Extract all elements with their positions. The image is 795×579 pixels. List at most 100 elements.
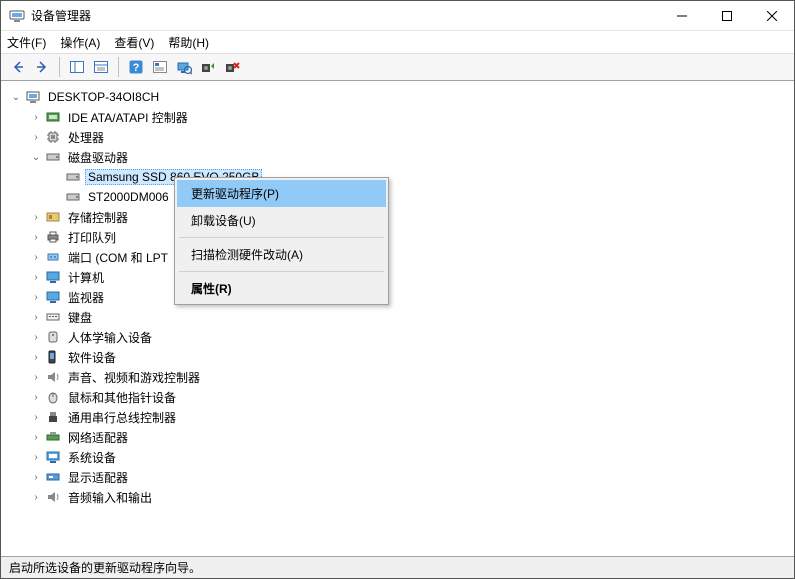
menu-properties[interactable]: 属性(R) (177, 275, 386, 302)
tree-node-mouse[interactable]: › 鼠标和其他指针设备 (5, 387, 790, 407)
chevron-right-icon[interactable]: › (29, 290, 43, 304)
storage-controller-icon (45, 209, 61, 225)
chevron-right-icon[interactable]: › (29, 210, 43, 224)
action-button[interactable] (149, 56, 171, 78)
chevron-right-icon[interactable]: › (29, 430, 43, 444)
menu-help[interactable]: 帮助(H) (168, 34, 209, 51)
menu-file[interactable]: 文件(F) (7, 34, 46, 51)
software-icon (45, 349, 61, 365)
window-controls (659, 1, 794, 30)
tree-node-sound[interactable]: › 声音、视频和游戏控制器 (5, 367, 790, 387)
chevron-down-icon[interactable]: ⌄ (29, 150, 43, 164)
monitor-icon (45, 289, 61, 305)
tree-root[interactable]: ⌄ DESKTOP-34OI8CH (5, 87, 790, 107)
chevron-right-icon[interactable]: › (29, 490, 43, 504)
tree-label: 音频输入和输出 (65, 488, 155, 507)
back-button[interactable] (7, 56, 29, 78)
chevron-right-icon[interactable]: › (29, 390, 43, 404)
toolbar: ? (1, 53, 794, 81)
uninstall-button[interactable] (221, 56, 243, 78)
menu-view[interactable]: 查看(V) (114, 34, 154, 51)
menu-scan-hardware[interactable]: 扫描检测硬件改动(A) (177, 241, 386, 268)
menu-update-driver[interactable]: 更新驱动程序(P) (177, 180, 386, 207)
status-text: 启动所选设备的更新驱动程序向导。 (9, 559, 201, 576)
chevron-right-icon[interactable]: › (29, 410, 43, 424)
tree-label: 显示适配器 (65, 468, 131, 487)
device-tree[interactable]: ⌄ DESKTOP-34OI8CH › IDE ATA/ATAPI 控制器 › … (1, 81, 794, 556)
tree-label: 打印队列 (65, 228, 119, 247)
tree-node-usb[interactable]: › 通用串行总线控制器 (5, 407, 790, 427)
tree-label: 系统设备 (65, 448, 119, 467)
svg-text:?: ? (133, 62, 140, 74)
tree-node-audio[interactable]: › 音频输入和输出 (5, 487, 790, 507)
tree-node-computer[interactable]: › 计算机 (5, 267, 790, 287)
tree-node-ports[interactable]: › 端口 (COM 和 LPT (5, 247, 790, 267)
tree-label: 鼠标和其他指针设备 (65, 388, 179, 407)
window-title: 设备管理器 (31, 7, 659, 24)
help-button[interactable]: ? (125, 56, 147, 78)
menu-separator (179, 271, 384, 272)
close-button[interactable] (749, 1, 794, 30)
chevron-right-icon[interactable]: › (29, 370, 43, 384)
chevron-right-icon[interactable]: › (29, 350, 43, 364)
tree-node-software[interactable]: › 软件设备 (5, 347, 790, 367)
tree-label: 计算机 (65, 268, 107, 287)
tree-label: 键盘 (65, 308, 95, 327)
cpu-icon (45, 129, 61, 145)
tree-node-printq[interactable]: › 打印队列 (5, 227, 790, 247)
disk-icon (45, 149, 61, 165)
tree-label: 监视器 (65, 288, 107, 307)
properties-button[interactable] (90, 56, 112, 78)
mouse-icon (45, 389, 61, 405)
show-hide-tree-button[interactable] (66, 56, 88, 78)
tree-node-storage[interactable]: › 存储控制器 (5, 207, 790, 227)
chevron-right-icon[interactable]: › (29, 230, 43, 244)
network-icon (45, 429, 61, 445)
tree-label: 软件设备 (65, 348, 119, 367)
tree-node-display[interactable]: › 显示适配器 (5, 467, 790, 487)
tree-label: 处理器 (65, 128, 107, 147)
tree-node-cpu[interactable]: › 处理器 (5, 127, 790, 147)
tree-leaf-disk0[interactable]: Samsung SSD 860 EVO 250GB (5, 167, 790, 187)
update-driver-button[interactable] (197, 56, 219, 78)
chevron-right-icon[interactable]: › (29, 250, 43, 264)
chevron-right-icon[interactable]: › (29, 110, 43, 124)
chevron-down-icon[interactable]: ⌄ (9, 90, 23, 104)
maximize-button[interactable] (704, 1, 749, 30)
forward-button[interactable] (31, 56, 53, 78)
toolbar-separator (59, 57, 60, 77)
tree-node-keyboard[interactable]: › 键盘 (5, 307, 790, 327)
controller-icon (45, 109, 61, 125)
port-icon (45, 249, 61, 265)
chevron-right-icon[interactable]: › (29, 470, 43, 484)
minimize-button[interactable] (659, 1, 704, 30)
system-icon (45, 449, 61, 465)
app-icon (9, 8, 25, 24)
disk-icon (65, 169, 81, 185)
chevron-right-icon[interactable]: › (29, 310, 43, 324)
display-adapter-icon (45, 469, 61, 485)
printer-icon (45, 229, 61, 245)
spacer (49, 190, 63, 204)
menu-uninstall-device[interactable]: 卸载设备(U) (177, 207, 386, 234)
chevron-right-icon[interactable]: › (29, 270, 43, 284)
tree-leaf-disk1[interactable]: ST2000DM006 (5, 187, 790, 207)
tree-node-system[interactable]: › 系统设备 (5, 447, 790, 467)
chevron-right-icon[interactable]: › (29, 130, 43, 144)
tree-label: 端口 (COM 和 LPT (65, 248, 171, 267)
hid-icon (45, 329, 61, 345)
tree-label: 人体学输入设备 (65, 328, 155, 347)
tree-label: 网络适配器 (65, 428, 131, 447)
chevron-right-icon[interactable]: › (29, 450, 43, 464)
chevron-right-icon[interactable]: › (29, 330, 43, 344)
spacer (49, 170, 63, 184)
tree-label: 磁盘驱动器 (65, 148, 131, 167)
tree-node-monitor[interactable]: › 监视器 (5, 287, 790, 307)
tree-node-network[interactable]: › 网络适配器 (5, 427, 790, 447)
tree-node-hid[interactable]: › 人体学输入设备 (5, 327, 790, 347)
menu-action[interactable]: 操作(A) (60, 34, 100, 51)
tree-node-ide[interactable]: › IDE ATA/ATAPI 控制器 (5, 107, 790, 127)
scan-hardware-button[interactable] (173, 56, 195, 78)
tree-label: ST2000DM006 (85, 189, 172, 205)
tree-node-disk[interactable]: ⌄ 磁盘驱动器 (5, 147, 790, 167)
